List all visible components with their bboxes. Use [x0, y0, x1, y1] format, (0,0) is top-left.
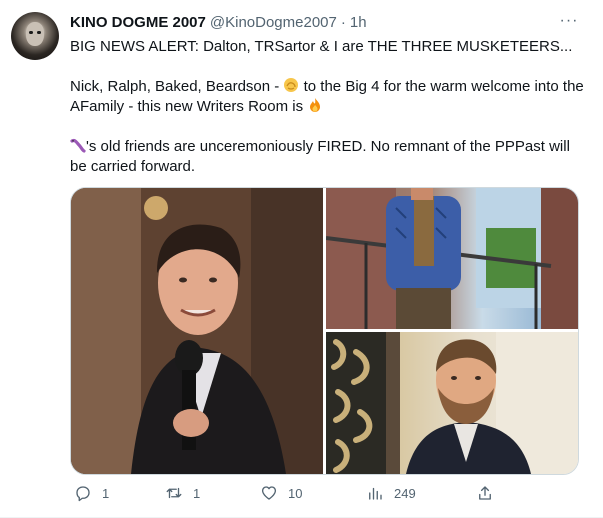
- share-icon: [479, 486, 491, 500]
- photo-bearded-man[interactable]: [326, 332, 578, 474]
- views-count: 249: [394, 485, 416, 501]
- views-icon: [369, 487, 382, 500]
- heart-icon: [261, 486, 277, 500]
- retweet-button[interactable]: 1: [165, 484, 200, 502]
- photo-bearded-man-graphic: [326, 332, 578, 474]
- author-name[interactable]: KINO DOGME 2007: [70, 14, 206, 31]
- timestamp[interactable]: 1h: [350, 14, 367, 31]
- fist-bump-icon: [284, 78, 299, 92]
- fire-icon: [310, 98, 321, 112]
- retweet-count: 1: [193, 485, 201, 501]
- separator-dot: ·: [340, 13, 346, 31]
- tweet-actions: 1 1 10 249: [70, 484, 500, 504]
- avatar-face: [26, 22, 44, 46]
- more-options-button[interactable]: ···: [557, 11, 581, 31]
- tweet-line-1: BIG NEWS ALERT: Dalton, TRSartor & I are…: [70, 38, 573, 55]
- share-button[interactable]: [476, 484, 494, 502]
- media-grid[interactable]: [70, 187, 579, 475]
- worm-icon: [70, 138, 86, 153]
- tweet[interactable]: KINO DOGME 2007 @KinoDogme2007 · 1h ··· …: [0, 0, 603, 518]
- photo-man-with-microphone-graphic: [71, 188, 323, 474]
- tweet-line-2: Nick, Ralph, Baked, Beardson - to the Bi…: [70, 77, 585, 117]
- reply-count: 1: [102, 485, 110, 501]
- tweet-line-3-text: 's old friends are unceremoniously FIRED…: [70, 138, 570, 175]
- reply-icon: [76, 486, 90, 502]
- reply-button[interactable]: 1: [74, 484, 109, 502]
- views-button[interactable]: 249: [366, 484, 416, 502]
- avatar-eye-right: [37, 31, 41, 34]
- like-button[interactable]: 10: [260, 484, 302, 502]
- more-icon: ···: [559, 12, 579, 29]
- avatar[interactable]: [11, 12, 59, 60]
- tweet-header: KINO DOGME 2007 @KinoDogme2007 · 1h: [70, 12, 367, 32]
- tweet-text: BIG NEWS ALERT: Dalton, TRSartor & I are…: [70, 37, 585, 177]
- photo-man-on-balcony[interactable]: [326, 188, 578, 329]
- photo-man-with-microphone[interactable]: [71, 188, 323, 474]
- author-handle[interactable]: @KinoDogme2007: [210, 14, 337, 31]
- tweet-line-2-pre: Nick, Ralph, Baked, Beardson -: [70, 78, 280, 95]
- retweet-icon: [166, 487, 182, 499]
- tweet-line-3: 's old friends are unceremoniously FIRED…: [70, 137, 585, 177]
- like-count: 10: [288, 485, 303, 501]
- avatar-eye-left: [29, 31, 33, 34]
- photo-man-on-balcony-graphic: [326, 188, 578, 329]
